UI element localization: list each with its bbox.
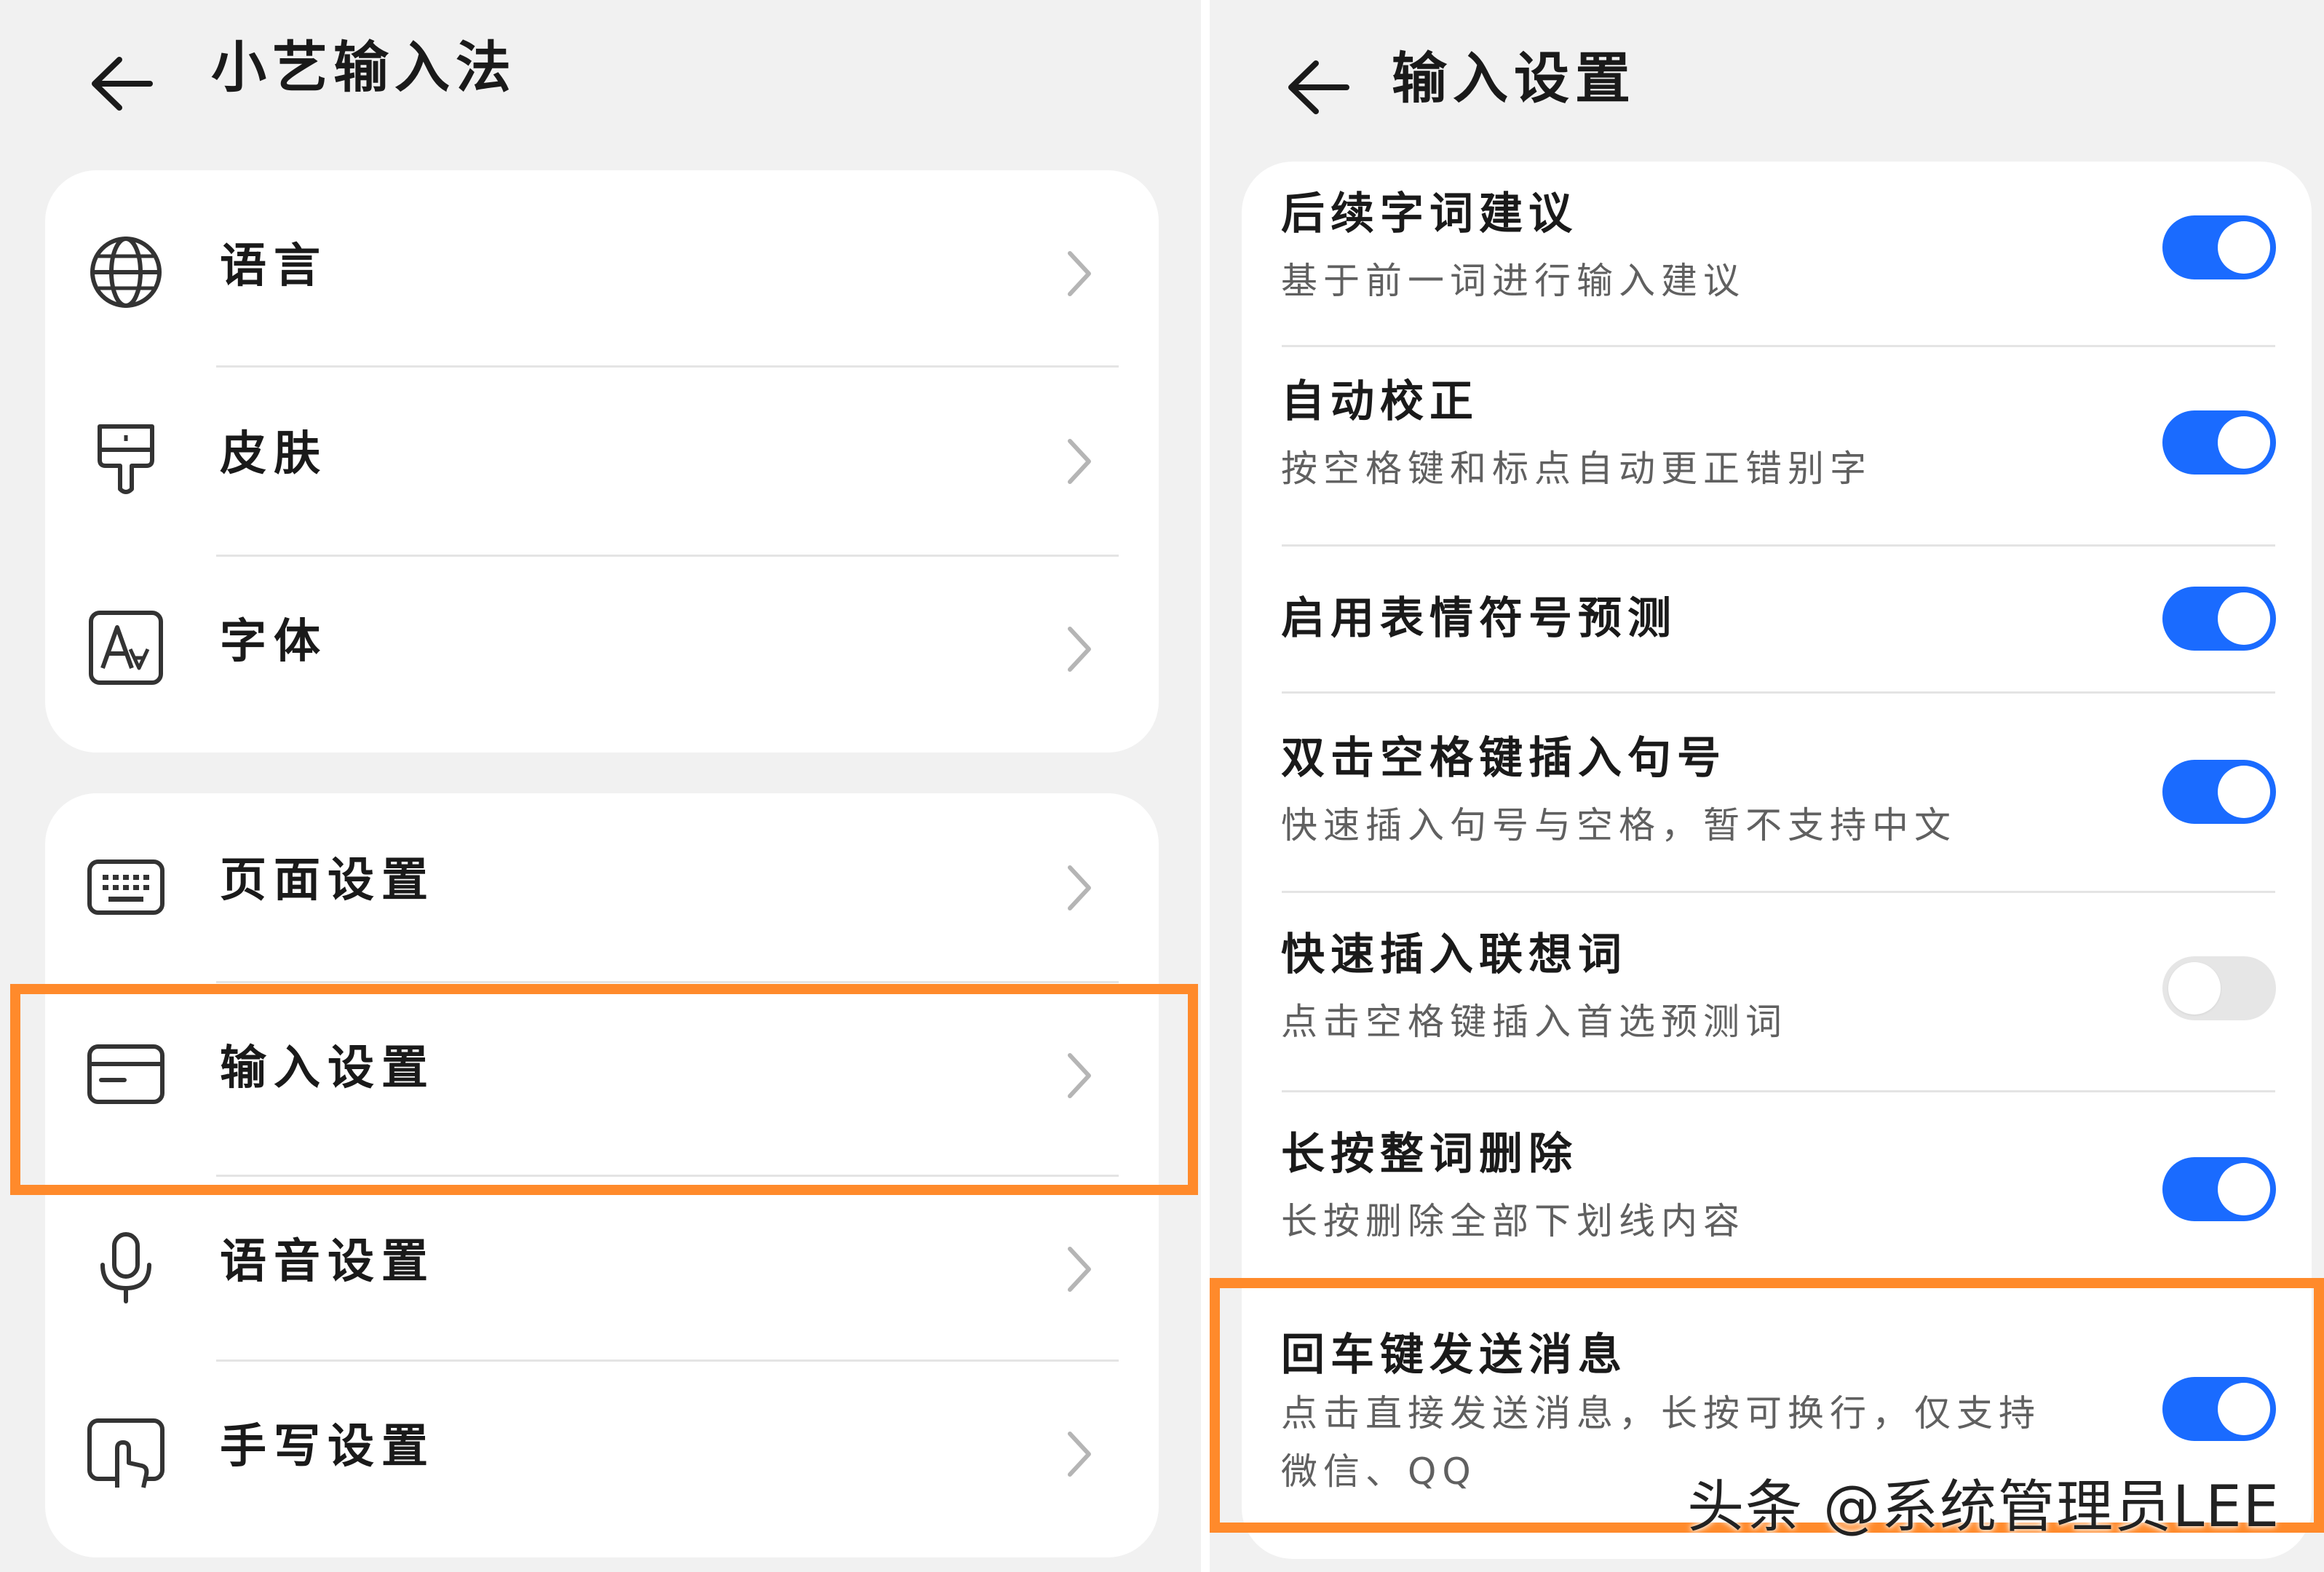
menu-item-language[interactable]: 语言 [45, 179, 1159, 364]
menu-item-voice-settings[interactable]: 语音设置 [45, 1175, 1159, 1359]
keyboard-icon [87, 860, 164, 915]
menu-item-label: 页面设置 [220, 854, 435, 908]
settings-group-appearance: 语言 皮肤 字体 [45, 170, 1159, 753]
setting-title: 双击空格键插入句号 [1281, 733, 1726, 784]
left-panel: 小艺输入法 语言 皮肤 字体 页面设置 输入设置 语音设置 手写设置 [0, 0, 1201, 1572]
menu-item-label: 语音设置 [220, 1235, 435, 1289]
toggle-knob [2168, 962, 2221, 1015]
setting-row-next-word-suggestion: 后续字词建议 基于前一词进行输入建议 [1242, 162, 2312, 345]
menu-item-handwriting-settings[interactable]: 手写设置 [45, 1359, 1159, 1544]
chevron-right-icon [1068, 439, 1091, 484]
right-panel: 输入设置 后续字词建议 基于前一词进行输入建议 自动校正 按空格键和标点自动更正… [1210, 0, 2324, 1572]
setting-description: 基于前一词进行输入建议 [1281, 260, 1745, 302]
toggle-switch[interactable] [2162, 1157, 2276, 1221]
toggle-knob [2218, 766, 2270, 818]
setting-description: 按空格键和标点自动更正错别字 [1281, 448, 1872, 490]
setting-description: 点击空格键插入首选预测词 [1281, 1001, 1788, 1043]
menu-item-label: 手写设置 [220, 1420, 435, 1474]
highlight-box [10, 984, 1198, 1195]
setting-title: 快速插入联想词 [1281, 929, 1627, 980]
toggle-knob [2218, 221, 2270, 274]
toggle-knob [2218, 592, 2270, 645]
paint-brush-icon [98, 424, 154, 494]
menu-item-label: 皮肤 [220, 427, 328, 481]
font-icon [89, 611, 163, 685]
setting-title: 长按整词删除 [1281, 1129, 1578, 1180]
setting-row-emoji-prediction: 启用表情符号预测 [1242, 546, 2312, 691]
setting-title: 后续字词建议 [1281, 188, 1578, 239]
menu-item-page-settings[interactable]: 页面设置 [45, 793, 1159, 978]
menu-item-font[interactable]: 字体 [45, 555, 1159, 739]
back-arrow-icon[interactable] [1282, 55, 1355, 120]
toggle-switch[interactable] [2162, 760, 2276, 824]
globe-icon [90, 237, 162, 308]
back-arrow-icon[interactable] [86, 51, 159, 116]
left-header: 小艺输入法 [0, 22, 1201, 131]
setting-description: 快速插入句号与空格，暂不支持中文 [1281, 804, 1956, 846]
watermark: 头条 @系统管理员LEE [1687, 1474, 2280, 1540]
chevron-right-icon [1068, 251, 1091, 296]
microphone-icon [100, 1232, 151, 1303]
menu-item-label: 字体 [220, 615, 328, 669]
toggle-switch[interactable] [2162, 410, 2276, 475]
setting-row-auto-correct: 自动校正 按空格键和标点自动更正错别字 [1242, 346, 2312, 544]
toggle-switch[interactable] [2162, 215, 2276, 279]
page-title: 输入设置 [1392, 46, 1636, 111]
setting-row-double-space-period: 双击空格键插入句号 快速插入句号与空格，暂不支持中文 [1242, 693, 2312, 891]
setting-description: 长按删除全部下划线内容 [1281, 1200, 1745, 1242]
setting-title: 启用表情符号预测 [1281, 593, 1677, 644]
chevron-right-icon [1068, 865, 1091, 910]
setting-title: 自动校正 [1281, 376, 1479, 427]
toggle-knob [2218, 1163, 2270, 1215]
chevron-right-icon [1068, 627, 1091, 672]
chevron-right-icon [1068, 1432, 1091, 1477]
right-header: 输入设置 [1210, 22, 2324, 131]
setting-row-long-press-delete: 长按整词删除 长按删除全部下划线内容 [1242, 1092, 2312, 1290]
menu-item-skin[interactable]: 皮肤 [45, 367, 1159, 552]
menu-item-label: 语言 [220, 239, 328, 293]
toggle-knob [2218, 416, 2270, 469]
toggle-switch[interactable] [2162, 956, 2276, 1020]
toggle-switch[interactable] [2162, 587, 2276, 651]
setting-row-quick-insert-prediction: 快速插入联想词 点击空格键插入首选预测词 [1242, 892, 2312, 1090]
handwriting-icon [87, 1418, 164, 1488]
page-title: 小艺输入法 [211, 35, 517, 100]
chevron-right-icon [1068, 1247, 1091, 1292]
